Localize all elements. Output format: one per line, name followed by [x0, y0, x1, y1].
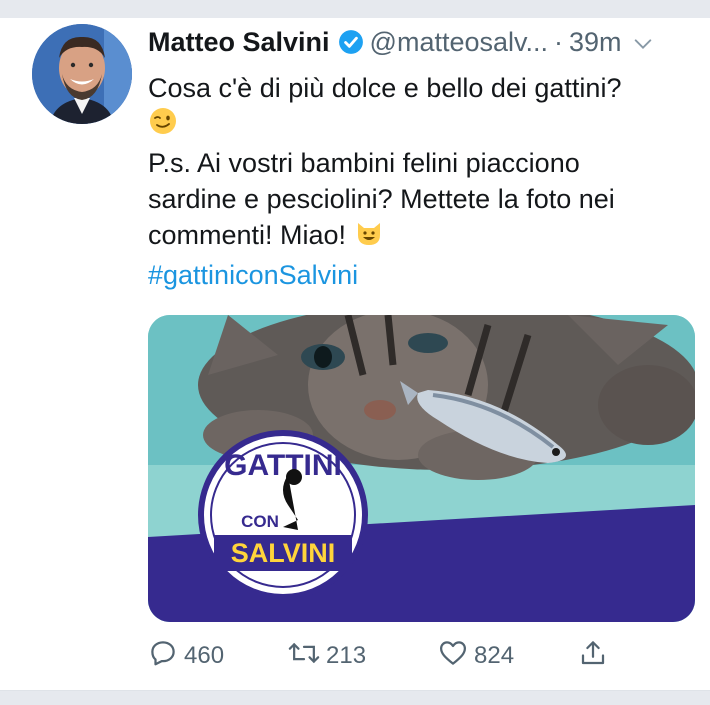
author-handle[interactable]: @matteosalv...: [370, 27, 548, 58]
winking-emoji-line: [148, 106, 688, 145]
smiling-cat-emoji-icon: [354, 218, 384, 257]
reply-icon: [148, 638, 184, 675]
winking-face-emoji-icon: [148, 106, 178, 145]
verified-badge-icon: [338, 29, 364, 55]
chevron-down-icon[interactable]: [632, 31, 654, 53]
logo-middle-text: CON: [241, 512, 279, 531]
tweet-text-line-last: commenti! Miao!: [148, 217, 688, 256]
tweet-text-fragment: commenti! Miao!: [148, 220, 347, 251]
hashtag-link[interactable]: #gattiniconSalvini: [148, 257, 688, 293]
tweet-text: Cosa c'è di più dolce e bello dei gattin…: [148, 70, 688, 293]
like-count: 824: [474, 642, 515, 669]
retweet-button[interactable]: 213: [288, 636, 366, 676]
tweet-header: Matteo Salvini @matteosalv... · 39m: [148, 22, 700, 62]
heart-icon: [438, 638, 474, 675]
logo-bottom-text: SALVINI: [231, 538, 336, 568]
reply-button[interactable]: 460: [148, 636, 224, 676]
tweet-timestamp[interactable]: 39m: [569, 27, 622, 58]
tweet-media-image[interactable]: GATTINI CON SALVINI: [148, 315, 695, 622]
bottom-divider: [0, 690, 710, 691]
reply-count: 460: [184, 642, 225, 669]
tweet-text-line: Cosa c'è di più dolce e bello dei gattin…: [148, 73, 622, 103]
time-separator: ·: [554, 26, 564, 57]
share-button[interactable]: [578, 636, 614, 676]
tweet-actions: 460 213 824: [148, 636, 618, 676]
share-icon: [578, 638, 614, 675]
retweet-icon: [288, 638, 326, 675]
like-button[interactable]: 824: [438, 636, 514, 676]
author-avatar[interactable]: [32, 24, 132, 124]
logo-top-text: GATTINI: [224, 449, 342, 482]
author-name[interactable]: Matteo Salvini: [148, 27, 330, 58]
tweet-text-line: P.s. Ai vostri bambini felini piacciono: [148, 148, 580, 179]
retweet-count: 213: [326, 642, 367, 669]
tweet-text-line: sardine e pesciolini? Mettete la foto ne…: [148, 184, 615, 215]
